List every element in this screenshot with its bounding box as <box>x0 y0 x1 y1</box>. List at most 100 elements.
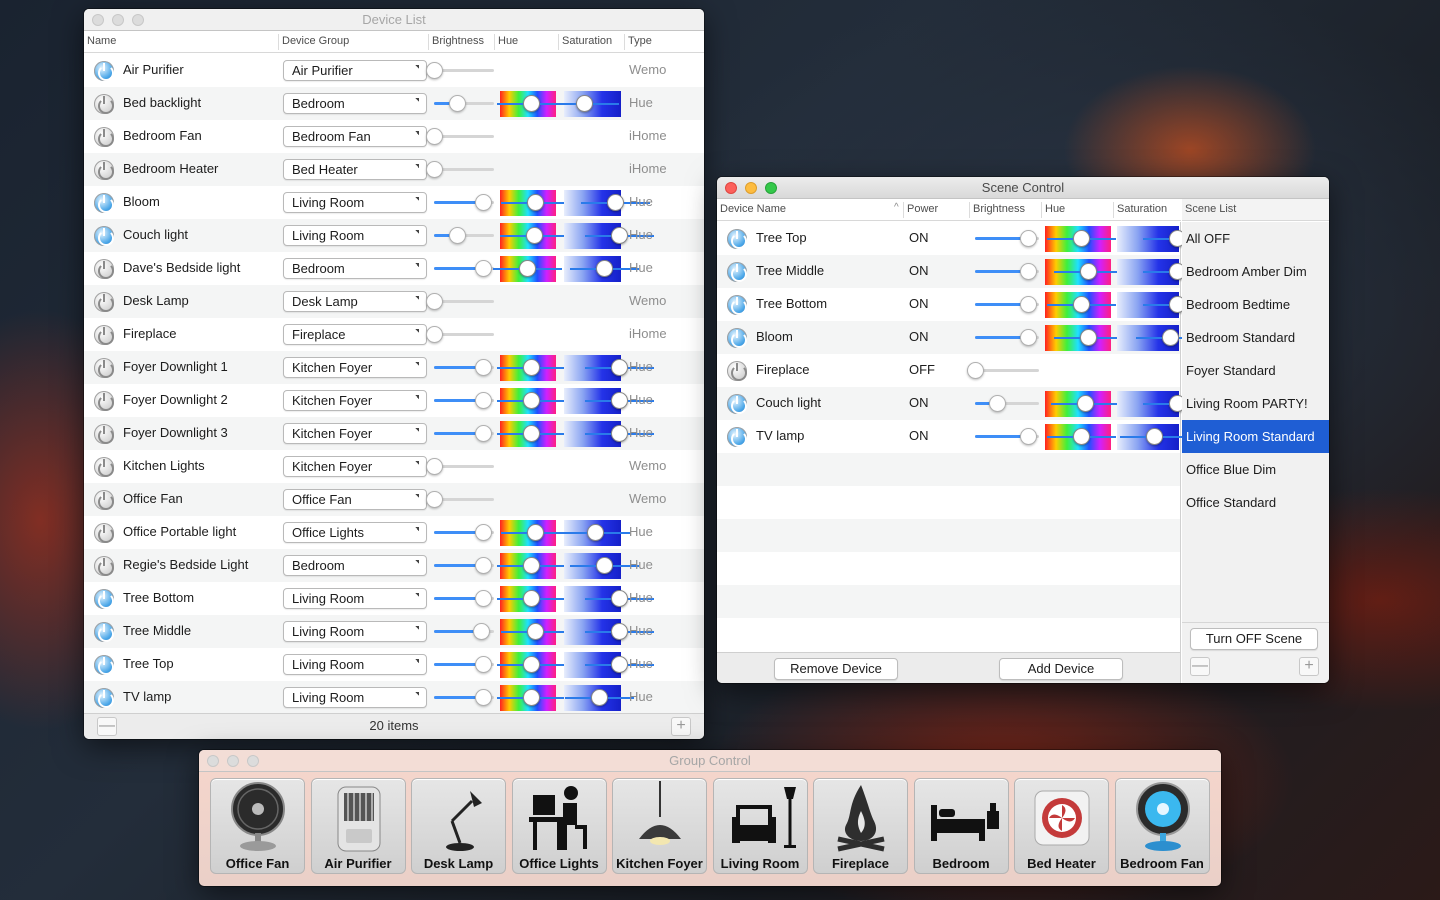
scene-list-item[interactable]: Bedroom Standard <box>1182 321 1329 354</box>
saturation-knob[interactable] <box>585 590 654 607</box>
brightness-slider[interactable] <box>434 557 494 574</box>
power-icon[interactable] <box>94 127 114 147</box>
group-tile-desk-lamp[interactable]: Desk Lamp <box>411 778 506 874</box>
brightness-slider[interactable] <box>434 689 494 706</box>
scene-list-item[interactable]: All OFF <box>1182 222 1329 255</box>
hue-knob[interactable] <box>497 656 566 673</box>
col-brightness[interactable]: Brightness <box>432 35 484 47</box>
hue-picker[interactable] <box>1045 292 1116 318</box>
slider-knob[interactable] <box>475 260 492 277</box>
power-icon[interactable] <box>94 589 114 609</box>
brightness-slider[interactable] <box>426 326 494 343</box>
saturation-picker[interactable] <box>564 355 654 381</box>
table-row[interactable]: Tree Bottom Living Room Hue <box>84 582 704 615</box>
col-group[interactable]: Device Group <box>282 35 349 47</box>
scene-control-titlebar[interactable]: Scene Control <box>717 177 1329 199</box>
brightness-slider[interactable] <box>434 524 494 541</box>
slider-knob[interactable] <box>426 161 443 178</box>
table-row[interactable]: Kitchen Lights Kitchen Foyer Wemo <box>84 450 704 483</box>
saturation-picker[interactable] <box>1117 226 1212 252</box>
saturation-knob[interactable] <box>550 95 619 112</box>
scene-list-item[interactable]: Bedroom Bedtime <box>1182 288 1329 321</box>
close-button[interactable] <box>725 182 737 194</box>
device-group-popup[interactable]: Kitchen Foyer <box>283 423 427 444</box>
slider-knob[interactable] <box>426 62 443 79</box>
table-row[interactable]: Tree Bottom ON <box>717 288 1212 321</box>
hue-knob[interactable] <box>500 227 569 244</box>
saturation-knob[interactable] <box>585 359 654 376</box>
turn-off-scene-button[interactable]: Turn OFF Scene <box>1190 628 1318 650</box>
minimize-button[interactable] <box>227 755 239 767</box>
power-icon[interactable] <box>94 688 114 708</box>
brightness-slider[interactable] <box>434 95 494 112</box>
brightness-slider[interactable] <box>434 623 494 640</box>
brightness-slider[interactable] <box>975 329 1039 346</box>
power-icon[interactable] <box>94 358 114 378</box>
brightness-slider[interactable] <box>426 293 494 310</box>
table-row[interactable]: Tree Top Living Room Hue <box>84 648 704 681</box>
group-control-titlebar[interactable]: Group Control <box>199 750 1221 772</box>
device-group-popup[interactable]: Bedroom <box>283 258 427 279</box>
table-row[interactable]: Bloom Living Room Hue <box>84 186 704 219</box>
zoom-button[interactable] <box>132 14 144 26</box>
saturation-picker[interactable] <box>550 91 621 117</box>
hue-picker[interactable] <box>497 388 566 414</box>
power-icon[interactable] <box>94 292 114 312</box>
device-group-popup[interactable]: Air Purifier <box>283 60 427 81</box>
hue-knob[interactable] <box>497 557 566 574</box>
close-button[interactable] <box>92 14 104 26</box>
power-icon[interactable] <box>727 394 747 414</box>
col-brightness[interactable]: Brightness <box>973 203 1025 215</box>
brightness-slider[interactable] <box>434 656 494 673</box>
hue-picker[interactable] <box>1045 424 1116 450</box>
scene-list-item[interactable]: Living Room PARTY! <box>1182 387 1329 420</box>
slider-knob[interactable] <box>426 491 443 508</box>
device-group-popup[interactable]: Living Room <box>283 687 427 708</box>
hue-picker[interactable] <box>1045 325 1123 351</box>
device-group-popup[interactable]: Bedroom <box>283 93 427 114</box>
slider-knob[interactable] <box>475 590 492 607</box>
minimize-button[interactable] <box>745 182 757 194</box>
device-group-popup[interactable]: Kitchen Foyer <box>283 456 427 477</box>
slider-knob[interactable] <box>1020 329 1037 346</box>
hue-knob[interactable] <box>1047 230 1116 247</box>
saturation-picker[interactable] <box>564 685 634 711</box>
slider-knob[interactable] <box>475 359 492 376</box>
slider-knob[interactable] <box>475 557 492 574</box>
power-icon[interactable] <box>727 262 747 282</box>
hue-picker[interactable] <box>497 652 566 678</box>
hue-knob[interactable] <box>497 590 566 607</box>
col-saturation[interactable]: Saturation <box>562 35 612 47</box>
remove-scene-button[interactable]: — <box>1190 657 1210 676</box>
saturation-picker[interactable] <box>561 520 630 546</box>
power-icon[interactable] <box>94 490 114 510</box>
table-row[interactable]: TV lamp Living Room Hue <box>84 681 704 714</box>
table-row[interactable]: Bedroom Heater Bed Heater iHome <box>84 153 704 186</box>
table-row[interactable]: Office Portable light Office Lights Hue <box>84 516 704 549</box>
saturation-picker[interactable] <box>564 586 654 612</box>
hue-knob[interactable] <box>1051 395 1120 412</box>
col-device-name[interactable]: Device Name <box>720 203 786 215</box>
hue-knob[interactable] <box>501 524 570 541</box>
group-tile-fireplace[interactable]: Fireplace <box>813 778 908 874</box>
group-tile-air-purifier[interactable]: Air Purifier <box>310 778 406 874</box>
brightness-slider[interactable] <box>434 227 494 244</box>
table-row[interactable]: Fireplace OFF <box>717 354 1180 387</box>
table-row[interactable]: Office Fan Office Fan Wemo <box>84 483 704 516</box>
saturation-picker[interactable] <box>564 553 639 579</box>
hue-picker[interactable] <box>497 421 566 447</box>
hue-picker[interactable] <box>500 520 570 546</box>
brightness-slider[interactable] <box>434 392 494 409</box>
hue-knob[interactable] <box>501 194 570 211</box>
device-group-popup[interactable]: Office Fan <box>283 489 427 510</box>
hue-picker[interactable] <box>497 586 566 612</box>
hue-knob[interactable] <box>1054 263 1123 280</box>
hue-knob[interactable] <box>493 260 562 277</box>
power-icon[interactable] <box>94 160 114 180</box>
scene-list-item[interactable]: Living Room Standard <box>1182 420 1329 453</box>
device-group-popup[interactable]: Kitchen Foyer <box>283 357 427 378</box>
device-group-popup[interactable]: Fireplace <box>283 324 427 345</box>
power-icon[interactable] <box>94 94 114 114</box>
slider-knob[interactable] <box>1020 263 1037 280</box>
saturation-picker[interactable] <box>564 388 654 414</box>
